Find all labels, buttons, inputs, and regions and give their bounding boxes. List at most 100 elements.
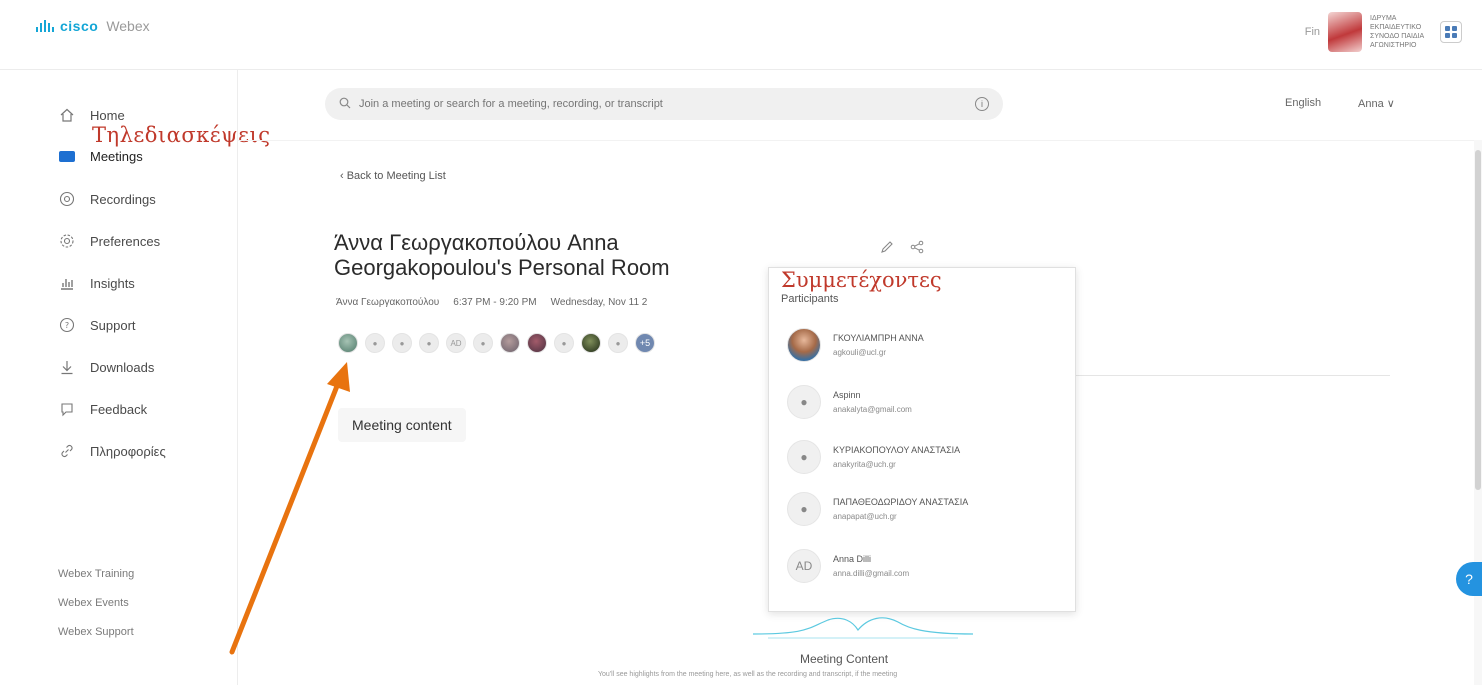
- meeting-content-description: You'll see highlights from the meeting h…: [598, 671, 898, 678]
- participant-avatar[interactable]: ●: [608, 333, 628, 353]
- svg-text:?: ?: [65, 321, 69, 330]
- participant-row: ● ΚΥΡΙΑΚΟΠΟΥΛΟΥ ΑΝΑΣΤΑΣΙΑ anakyrita@uch.…: [787, 440, 960, 474]
- home-icon: [58, 106, 76, 124]
- meeting-content-tab[interactable]: Meeting content: [338, 408, 466, 442]
- sidebar-item-meetings[interactable]: Meetings: [58, 147, 143, 165]
- search-icon: [339, 97, 351, 112]
- sidebar-item-label: Meetings: [90, 148, 143, 164]
- participants-header: Participants: [781, 293, 839, 305]
- webex-events-link[interactable]: Webex Events: [58, 597, 129, 609]
- sidebar-item-downloads[interactable]: Downloads: [58, 358, 154, 376]
- meeting-time: 6:37 PM - 9:20 PM: [453, 297, 537, 308]
- back-to-meeting-list-link[interactable]: ‹ Back to Meeting List: [340, 170, 446, 182]
- sidebar-item-feedback[interactable]: Feedback: [58, 400, 147, 418]
- insights-icon: [58, 274, 76, 292]
- participant-avatar[interactable]: [500, 333, 520, 353]
- sidebar-item-label: Preferences: [90, 233, 161, 249]
- webex-support-link[interactable]: Webex Support: [58, 626, 134, 638]
- sidebar-item-label: Feedback: [90, 401, 148, 417]
- participant-name: ΓΚΟΥΛΙΑΜΠΡΗ ΑΝΝΑ: [833, 333, 924, 343]
- participants-annotation-label: Συμμετέχοντες: [781, 268, 942, 292]
- recordings-icon: [58, 190, 76, 208]
- participant-row: ● ΠΑΠΑΘΕΟΔΩΡΙΔΟΥ ΑΝΑΣΤΑΣΙΑ anapapat@uch.…: [787, 492, 968, 526]
- meetings-icon: [58, 147, 76, 165]
- cisco-bars-icon: [36, 20, 54, 32]
- link-icon: [58, 442, 76, 460]
- person-icon: ●: [787, 492, 821, 526]
- title-actions: [880, 240, 924, 257]
- participant-avatar[interactable]: ●: [419, 333, 439, 353]
- sidebar-item-label: Πληροφορίες: [90, 443, 166, 459]
- sidebar-item-home[interactable]: Home: [58, 106, 125, 124]
- sidebar-item-label: Recordings: [90, 191, 156, 207]
- apps-grid-icon[interactable]: [1440, 21, 1462, 43]
- scrollbar[interactable]: [1474, 140, 1482, 685]
- participant-row: ΓΚΟΥΛΙΑΜΠΡΗ ΑΝΝΑ agkouli@ucl.gr: [787, 328, 924, 362]
- sidebar-item-label: Support: [90, 317, 136, 333]
- help-button[interactable]: ?: [1456, 562, 1482, 596]
- participant-row: ● Aspinn anakalyta@gmail.com: [787, 385, 912, 419]
- person-icon: ●: [787, 385, 821, 419]
- participant-photo: [787, 328, 821, 362]
- sidebar-item-recordings[interactable]: Recordings: [58, 190, 156, 208]
- participant-avatar[interactable]: [527, 333, 547, 353]
- participant-avatar[interactable]: [581, 333, 601, 353]
- sidebar-item-information[interactable]: Πληροφορίες: [58, 442, 166, 460]
- edit-icon[interactable]: [880, 240, 894, 257]
- webex-training-link[interactable]: Webex Training: [58, 568, 134, 580]
- meeting-content-title: Meeting Content: [800, 652, 889, 666]
- participant-email: anakalyta@gmail.com: [833, 405, 912, 414]
- share-icon[interactable]: [910, 240, 924, 257]
- participant-avatar[interactable]: ●: [365, 333, 385, 353]
- user-short-name: Fin: [1304, 26, 1320, 38]
- meeting-date: Wednesday, Nov 11 2: [550, 297, 648, 308]
- top-bar: cisco Webex Fin ΙΔΡΥΜΑ ΕΚΠΑΙΔΕΥΤΙΚΟ ΣΥΝΟ…: [0, 0, 1482, 70]
- participant-avatar[interactable]: [338, 333, 358, 353]
- participant-initials-avatar: AD: [787, 549, 821, 583]
- sidebar-item-support[interactable]: ? Support: [58, 316, 136, 334]
- sidebar-item-label: Insights: [90, 275, 135, 291]
- scrollbar-thumb[interactable]: [1475, 150, 1481, 490]
- meetings-annotation-label: Τηλεδιασκέψεις: [92, 123, 271, 147]
- header-divider: [238, 140, 1482, 141]
- meeting-meta: Άννα Γεωργακοπούλου 6:37 PM - 9:20 PM We…: [336, 297, 647, 308]
- participant-name: Anna Dilli: [833, 554, 872, 564]
- sidebar-item-label: Home: [90, 107, 125, 123]
- meeting-content-illustration: [752, 617, 974, 639]
- participant-email: anna.dilli@gmail.com: [833, 569, 910, 578]
- sidebar-item-insights[interactable]: Insights: [58, 274, 135, 292]
- more-participants-button[interactable]: +5: [635, 333, 655, 353]
- participant-avatar[interactable]: ●: [473, 333, 493, 353]
- sidebar-item-label: Downloads: [90, 359, 155, 375]
- sidebar-item-preferences[interactable]: Preferences: [58, 232, 160, 250]
- download-icon: [58, 358, 76, 376]
- search-bar[interactable]: i: [325, 88, 1003, 120]
- meeting-host: Άννα Γεωργακοπούλου: [336, 297, 440, 308]
- logo-webex-text: Webex: [106, 18, 150, 34]
- support-icon: ?: [58, 316, 76, 334]
- organization-name: ΙΔΡΥΜΑ ΕΚΠΑΙΔΕΥΤΙΚΟ ΣΥΝΟΔΟ ΠΑΙΔΙΑ ΑΓΩΝΙΣ…: [1370, 15, 1424, 49]
- participant-avatar-initials[interactable]: AD: [446, 333, 466, 353]
- meeting-title: Άννα Γεωργακοπούλου Anna Georgakopoulou'…: [334, 230, 670, 280]
- language-selector[interactable]: English: [1285, 97, 1321, 109]
- participant-row: AD Anna Dilli anna.dilli@gmail.com: [787, 549, 909, 583]
- participant-email: agkouli@ucl.gr: [833, 348, 887, 357]
- gear-icon: [58, 232, 76, 250]
- participant-avatar[interactable]: ●: [554, 333, 574, 353]
- organization-logo: [1328, 12, 1362, 52]
- participant-name: Aspinn: [833, 390, 861, 400]
- participant-email: anapapat@uch.gr: [833, 512, 897, 521]
- participant-avatar[interactable]: ●: [392, 333, 412, 353]
- participant-email: anakyrita@uch.gr: [833, 460, 896, 469]
- header-right: Fin ΙΔΡΥΜΑ ΕΚΠΑΙΔΕΥΤΙΚΟ ΣΥΝΟΔΟ ΠΑΙΔΙΑ ΑΓ…: [1305, 12, 1462, 52]
- participants-popup: Συμμετέχοντες Participants ΓΚΟΥΛΙΑΜΠΡΗ Α…: [768, 267, 1076, 612]
- info-icon[interactable]: i: [975, 97, 989, 111]
- participant-name: ΚΥΡΙΑΚΟΠΟΥΛΟΥ ΑΝΑΣΤΑΣΙΑ: [833, 445, 961, 455]
- feedback-icon: [58, 400, 76, 418]
- cisco-webex-logo[interactable]: cisco Webex: [36, 18, 150, 34]
- participant-name: ΠΑΠΑΘΕΟΔΩΡΙΔΟΥ ΑΝΑΣΤΑΣΙΑ: [833, 497, 969, 507]
- participant-avatars[interactable]: ● ● ● AD ● ● ● +5: [338, 333, 655, 353]
- user-menu[interactable]: Anna ∨: [1358, 97, 1395, 110]
- logo-cisco-text: cisco: [60, 18, 99, 34]
- search-input[interactable]: [359, 98, 967, 110]
